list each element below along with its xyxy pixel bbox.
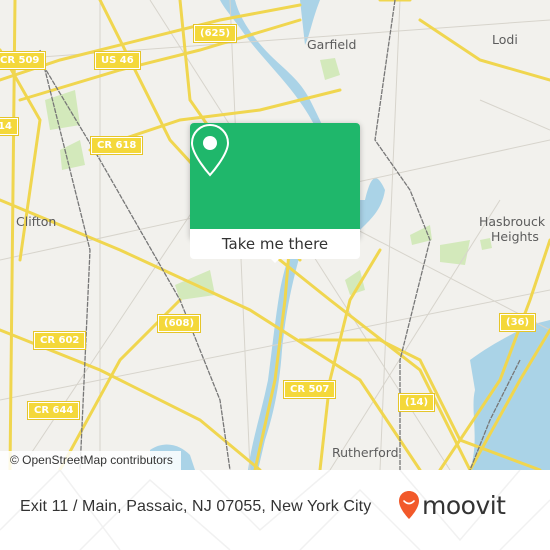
- route-shield-cr618: CR 618: [89, 136, 144, 155]
- popup-header: [190, 123, 360, 229]
- town-label-rutherford: Rutherford: [332, 445, 399, 460]
- location-popup: Take me there: [190, 123, 360, 263]
- town-label-hasbrouck: Hasbrouck: [479, 214, 546, 229]
- map[interactable]: Garfield Lodi Clifton Hasbrouck Heights …: [0, 0, 550, 470]
- moovit-pin-smile-icon: [399, 491, 419, 519]
- town-label-garfield: Garfield: [307, 37, 357, 52]
- stop-address: Exit 11 / Main, Passaic, NJ 07055, New Y…: [20, 498, 372, 515]
- town-label-clifton: Clifton: [16, 214, 57, 229]
- route-shield-36: (36): [498, 313, 537, 332]
- route-shield-us46: US 46: [94, 51, 141, 70]
- route-shield-cr509: CR 509: [0, 51, 47, 70]
- popup-pointer: [267, 255, 283, 263]
- route-shield-cr644: CR 644: [26, 401, 81, 420]
- location-pin-icon: [190, 123, 230, 177]
- route-shield-625: (625): [192, 24, 238, 43]
- moovit-logo[interactable]: moovit: [398, 490, 506, 520]
- route-shield-14-left: 14: [0, 117, 19, 136]
- town-label-heights: Heights: [491, 229, 539, 244]
- map-attribution[interactable]: © OpenStreetMap contributors: [0, 451, 181, 470]
- moovit-wordmark: moovit: [422, 490, 506, 520]
- route-shield-608: (608): [156, 314, 202, 333]
- route-shield-cr507: CR 507: [282, 380, 337, 399]
- footer: Exit 11 / Main, Passaic, NJ 07055, New Y…: [0, 470, 550, 550]
- town-label-lodi: Lodi: [492, 32, 518, 47]
- route-shield-cr602: CR 602: [32, 331, 87, 350]
- route-shield-14: (14): [397, 393, 436, 412]
